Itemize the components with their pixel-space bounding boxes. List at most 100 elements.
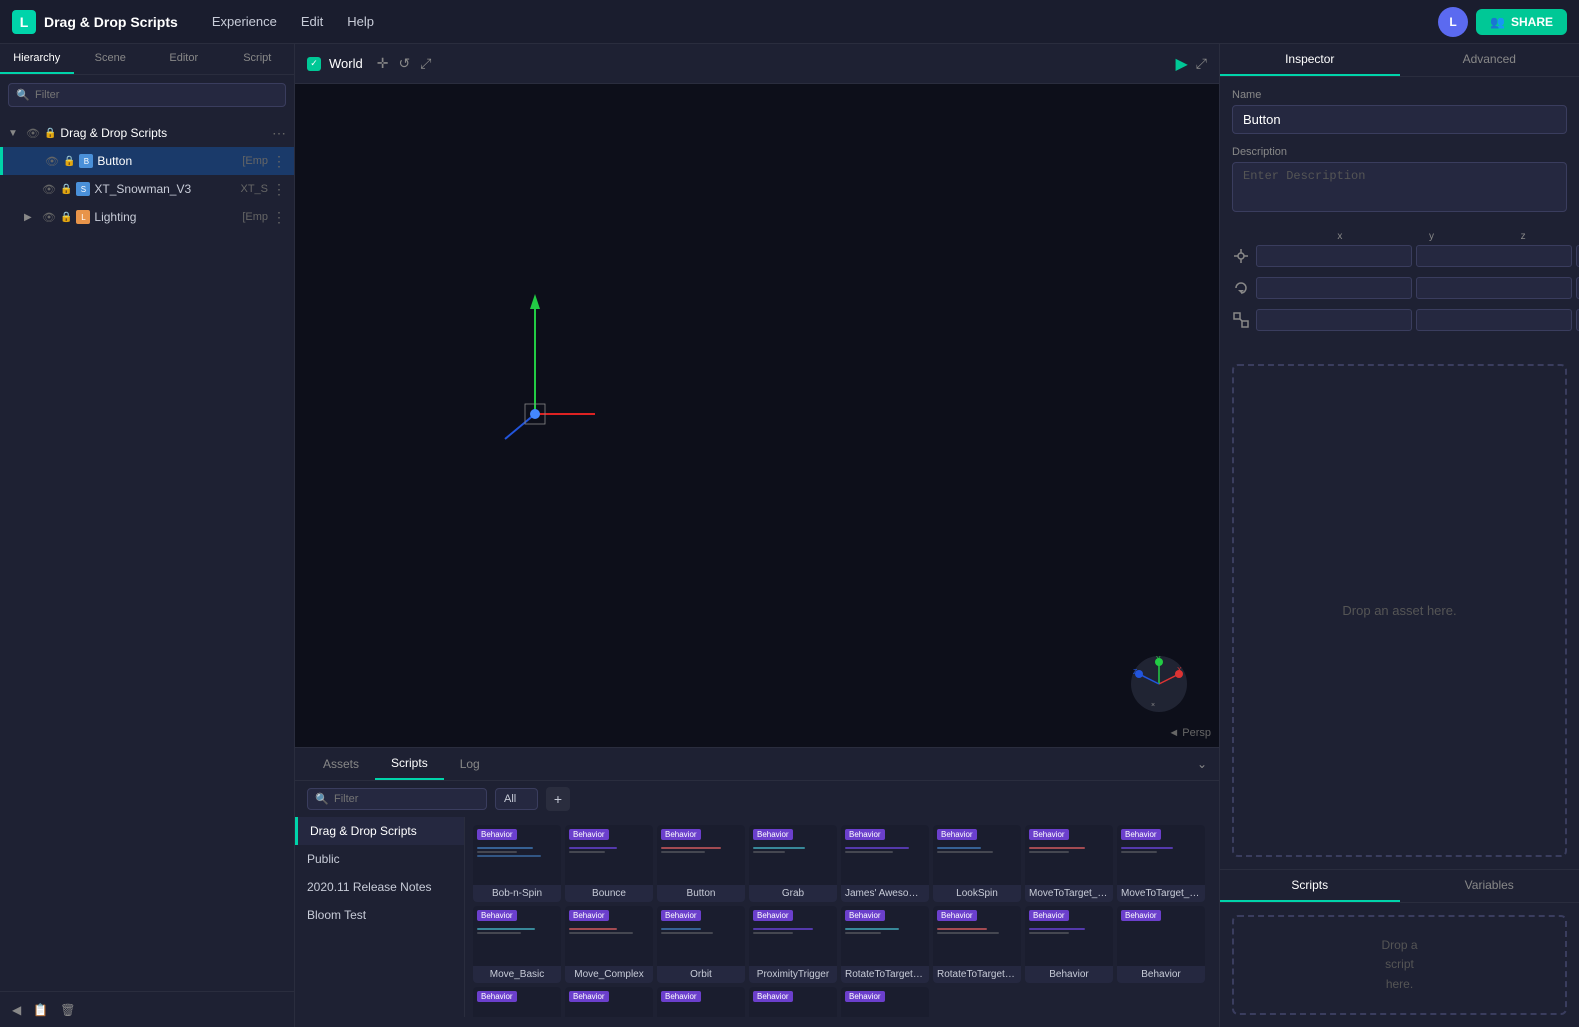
script-card-r3-1[interactable]: Behavior Behavior bbox=[1025, 906, 1113, 983]
lock-icon[interactable]: 🔒 bbox=[60, 184, 72, 195]
behavior-tag: Behavior bbox=[661, 910, 701, 921]
sidebar-item-public[interactable]: Public bbox=[295, 845, 464, 873]
nav-edit[interactable]: Edit bbox=[291, 10, 333, 33]
rotate-tool[interactable]: ↺ bbox=[396, 53, 412, 74]
script-drop-zone[interactable]: Drop a script here. bbox=[1232, 915, 1567, 1015]
tree-item-button[interactable]: 👁 🔒 B Button [Emp ⋮ bbox=[0, 147, 294, 175]
script-card-r3-3[interactable]: Behavior Behavior bbox=[473, 987, 561, 1017]
play-button[interactable]: ▶ bbox=[1175, 54, 1187, 74]
world-checkbox[interactable]: ✓ bbox=[307, 57, 321, 71]
tree-item-root[interactable]: ▼ 👁 🔒 Drag & Drop Scripts ⋯ bbox=[0, 119, 294, 147]
scripts-search[interactable] bbox=[307, 788, 487, 810]
rotation-x[interactable]: 0 bbox=[1256, 277, 1412, 299]
category-select[interactable]: All bbox=[495, 788, 538, 810]
share-button[interactable]: 👥 SHARE bbox=[1476, 9, 1567, 35]
move-tool[interactable]: ✛ bbox=[375, 53, 391, 74]
rotation-inputs: 0 0 0 bbox=[1256, 277, 1579, 299]
add-icon[interactable]: ◀ bbox=[12, 1003, 21, 1017]
sidebar-item-drag-drop[interactable]: Drag & Drop Scripts bbox=[295, 817, 464, 845]
tab-advanced[interactable]: Advanced bbox=[1400, 44, 1579, 76]
tab-log[interactable]: Log bbox=[444, 749, 496, 779]
tab-variables[interactable]: Variables bbox=[1400, 870, 1579, 902]
script-card-rotatetotarget-b[interactable]: Behavior RotateToTarget_B... bbox=[841, 906, 929, 983]
tree-more-icon[interactable]: ⋮ bbox=[272, 181, 286, 198]
scale-tool[interactable]: ⤢ bbox=[418, 53, 433, 74]
tree-more-icon[interactable]: ⋯ bbox=[272, 125, 286, 142]
script-card-r3-4[interactable]: Behavior Behavior bbox=[565, 987, 653, 1017]
script-card-r3-6[interactable]: Behavior Behavior bbox=[749, 987, 837, 1017]
center-area: ✓ World ✛ ↺ ⤢ ▶ ⤢ bbox=[295, 44, 1219, 1027]
behavior-tag: Behavior bbox=[937, 829, 977, 840]
script-card-bob-n-spin[interactable]: Behavior Bob-n-Spin bbox=[473, 825, 561, 902]
lock-icon[interactable]: 🔒 bbox=[63, 156, 75, 167]
hierarchy-search[interactable] bbox=[8, 83, 286, 107]
script-card-movetotarget-co[interactable]: Behavior MoveToTarget_Co... bbox=[1117, 825, 1205, 902]
position-y[interactable]: 0.61659 bbox=[1416, 245, 1572, 267]
nav-help[interactable]: Help bbox=[337, 10, 384, 33]
script-card-move-complex[interactable]: Behavior Move_Complex bbox=[565, 906, 653, 983]
script-card-movetotarget-ba[interactable]: Behavior MoveToTarget_Ba... bbox=[1025, 825, 1113, 902]
tab-scripts[interactable]: Scripts bbox=[375, 748, 444, 780]
script-card-move-basic[interactable]: Behavior Move_Basic bbox=[473, 906, 561, 983]
tab-editor[interactable]: Editor bbox=[147, 44, 221, 74]
sidebar-item-bloom-test[interactable]: Bloom Test bbox=[295, 901, 464, 929]
script-label: ProximityTrigger bbox=[749, 966, 837, 983]
script-card-lookspin[interactable]: Behavior LookSpin bbox=[933, 825, 1021, 902]
rotation-y[interactable]: 0 bbox=[1416, 277, 1572, 299]
script-card-bounce[interactable]: Behavior Bounce bbox=[565, 825, 653, 902]
description-input[interactable] bbox=[1232, 162, 1567, 212]
visibility-icon[interactable]: 👁 bbox=[42, 183, 56, 196]
name-input[interactable] bbox=[1232, 105, 1567, 134]
behavior-tag: Behavior bbox=[569, 829, 609, 840]
tree-item-snowman[interactable]: 👁 🔒 S XT_Snowman_V3 XT_S ⋮ bbox=[0, 175, 294, 203]
add-script-button[interactable]: + bbox=[546, 787, 570, 811]
scripts-layout: Drag & Drop Scripts Public 2020.11 Relea… bbox=[295, 817, 1219, 1017]
tab-scripts-bottom[interactable]: Scripts bbox=[1220, 870, 1400, 902]
script-card-james[interactable]: Behavior James' Awesome s... bbox=[841, 825, 929, 902]
visibility-icon[interactable]: 👁 bbox=[26, 127, 40, 140]
bottom-panel: Assets Scripts Log ⌄ 🔍 All + Drag & Drop… bbox=[295, 747, 1219, 1027]
app-title: Drag & Drop Scripts bbox=[44, 14, 178, 30]
script-preview: Behavior bbox=[657, 987, 745, 1017]
collapse-icon[interactable]: ⌄ bbox=[1197, 757, 1207, 771]
asset-drop-zone[interactable]: Drop an asset here. bbox=[1232, 364, 1567, 857]
tab-scene[interactable]: Scene bbox=[74, 44, 148, 74]
visibility-icon[interactable]: 👁 bbox=[45, 155, 59, 168]
copy-icon[interactable]: 📋 bbox=[33, 1003, 48, 1017]
scale-y[interactable]: 1 bbox=[1416, 309, 1572, 331]
script-card-rotatetotarget-c[interactable]: Behavior RotateToTarget_C... bbox=[933, 906, 1021, 983]
script-card-r3-2[interactable]: Behavior Behavior bbox=[1117, 906, 1205, 983]
visibility-icon[interactable]: 👁 bbox=[42, 211, 56, 224]
tree-item-lighting[interactable]: ▶ 👁 🔒 L Lighting [Emp ⋮ bbox=[0, 203, 294, 231]
tab-script[interactable]: Script bbox=[221, 44, 295, 74]
delete-icon[interactable]: 🗑 bbox=[60, 1003, 75, 1017]
lock-icon[interactable]: 🔒 bbox=[44, 128, 56, 139]
tree-more-icon[interactable]: ⋮ bbox=[272, 153, 286, 170]
tab-inspector[interactable]: Inspector bbox=[1220, 44, 1400, 76]
expand-icon[interactable]: ⤢ bbox=[1196, 55, 1207, 72]
navigation-gizmo[interactable]: X Y Z × bbox=[1129, 654, 1189, 717]
search-wrap: 🔍 bbox=[8, 83, 286, 107]
script-card-grab[interactable]: Behavior Grab bbox=[749, 825, 837, 902]
behavior-tag: Behavior bbox=[661, 829, 701, 840]
position-x[interactable]: 0.33097 bbox=[1256, 245, 1412, 267]
behavior-tag: Behavior bbox=[845, 829, 885, 840]
world-label: World bbox=[329, 56, 363, 71]
tree-more-icon[interactable]: ⋮ bbox=[272, 209, 286, 226]
right-panel: Inspector Advanced Name Description x y … bbox=[1219, 44, 1579, 1027]
tab-hierarchy[interactable]: Hierarchy bbox=[0, 44, 74, 74]
nav-experience[interactable]: Experience bbox=[202, 10, 287, 33]
scale-x[interactable]: 1 bbox=[1256, 309, 1412, 331]
sidebar-item-release-notes[interactable]: 2020.11 Release Notes bbox=[295, 873, 464, 901]
script-card-proximitytrigger[interactable]: Behavior ProximityTrigger bbox=[749, 906, 837, 983]
script-card-orbit[interactable]: Behavior Orbit bbox=[657, 906, 745, 983]
lock-icon[interactable]: 🔒 bbox=[60, 212, 72, 223]
tab-assets[interactable]: Assets bbox=[307, 749, 375, 779]
script-card-r3-5[interactable]: Behavior Behavior bbox=[657, 987, 745, 1017]
scene-toolbar: ✓ World ✛ ↺ ⤢ ▶ ⤢ bbox=[295, 44, 1219, 84]
script-card-r3-7[interactable]: Behavior Behavior bbox=[841, 987, 929, 1017]
description-section: Description bbox=[1220, 146, 1579, 227]
scene-tools: ✛ ↺ ⤢ bbox=[375, 53, 434, 74]
script-card-button[interactable]: Behavior Button bbox=[657, 825, 745, 902]
script-preview: Behavior bbox=[473, 825, 561, 885]
